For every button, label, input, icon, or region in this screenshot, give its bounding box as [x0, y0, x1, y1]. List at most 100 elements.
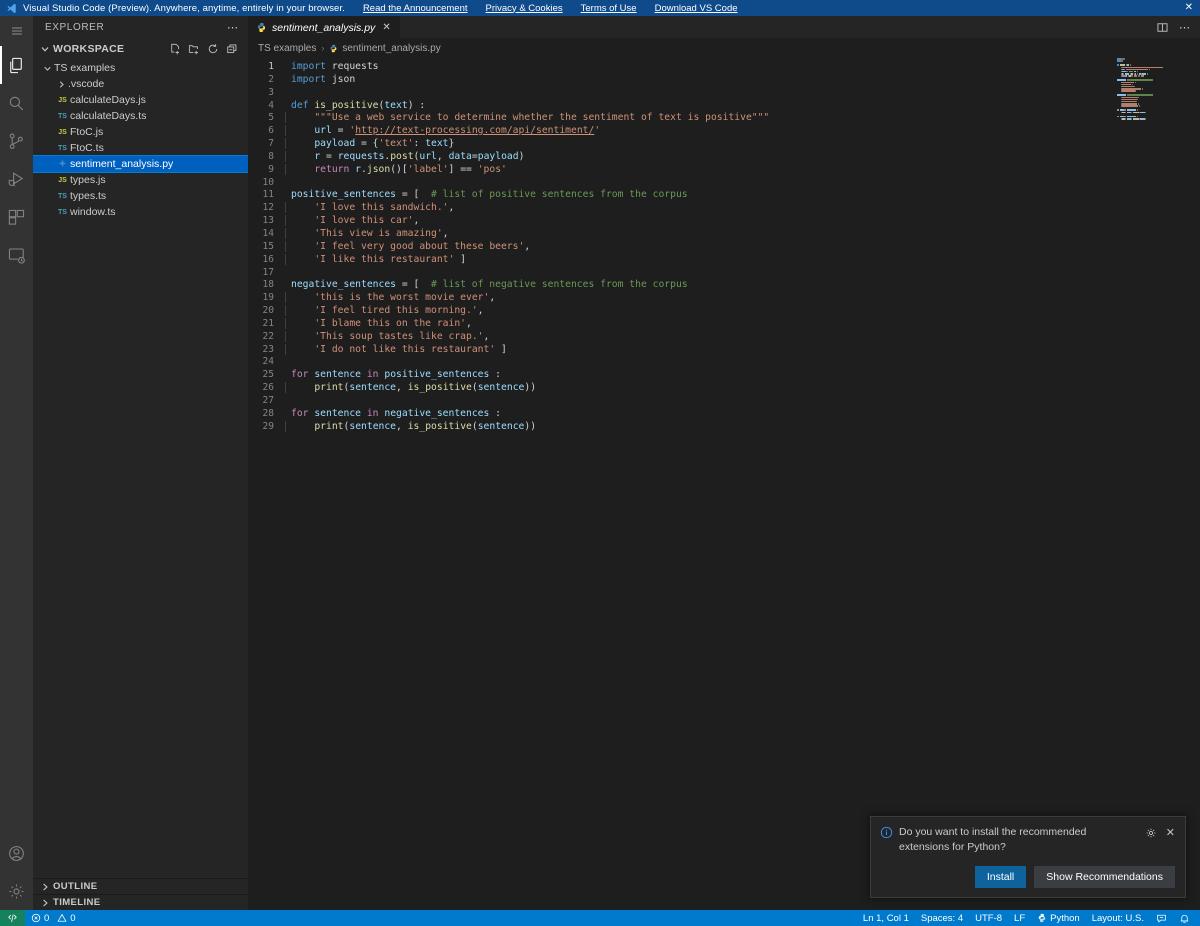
show-recommendations-button[interactable]: Show Recommendations	[1034, 866, 1175, 888]
code-line[interactable]	[291, 395, 1200, 408]
code-line[interactable]: 'I like this restaurant' ]	[291, 254, 1200, 267]
status-warnings-count: 0	[70, 913, 75, 924]
announcement-text: Visual Studio Code (Preview). Anywhere, …	[23, 3, 345, 14]
sidebar-more-actions-icon[interactable]: ⋯	[227, 21, 239, 34]
activity-manage-settings[interactable]	[0, 872, 33, 910]
download-vscode-link[interactable]: Download VS Code	[655, 3, 738, 14]
tree-item-label: window.ts	[70, 206, 116, 218]
status-indentation[interactable]: Spaces: 4	[915, 910, 969, 926]
code-line[interactable]: 'I feel tired this morning.',	[291, 305, 1200, 318]
editor-more-actions[interactable]: ⋯	[1179, 21, 1191, 34]
code-line[interactable]	[291, 177, 1200, 190]
tree-file[interactable]: TStypes.ts	[33, 188, 248, 204]
code-line[interactable]: r = requests.post(url, data=payload)	[291, 151, 1200, 164]
new-file-icon[interactable]	[169, 43, 181, 55]
code-line[interactable]: """Use a web service to determine whethe…	[291, 112, 1200, 125]
code-token: = {	[355, 138, 378, 149]
activity-source-control[interactable]	[0, 122, 33, 160]
status-keyboard-layout[interactable]: Layout: U.S.	[1086, 910, 1150, 926]
code-token: }	[449, 138, 455, 149]
code-token: 'I love this car'	[314, 215, 413, 226]
code-line[interactable]: 'I love this sandwich.',	[291, 202, 1200, 215]
code-token: json	[332, 74, 355, 85]
editor-tab-bar: sentiment_analysis.py ✕ ⋯	[248, 16, 1200, 38]
activity-run-debug[interactable]	[0, 160, 33, 198]
activity-remote-explorer[interactable]	[0, 236, 33, 274]
tree-file[interactable]: TScalculateDays.ts	[33, 108, 248, 124]
code-token: ()[	[390, 164, 408, 175]
status-eol[interactable]: LF	[1008, 910, 1031, 926]
code-line[interactable]	[291, 356, 1200, 369]
code-line[interactable]	[291, 87, 1200, 100]
new-folder-icon[interactable]	[188, 43, 200, 55]
timeline-section[interactable]: TIMELINE	[33, 894, 248, 910]
code-line[interactable]: negative_sentences = [ # list of negativ…	[291, 279, 1200, 292]
code-line[interactable]: 'This view is amazing',	[291, 228, 1200, 241]
code-line[interactable]: 'I blame this on the rain',	[291, 318, 1200, 331]
code-token: 'This view is amazing'	[314, 228, 442, 239]
status-cursor-position[interactable]: Ln 1, Col 1	[857, 910, 915, 926]
gear-icon[interactable]	[1145, 827, 1157, 839]
tree-file[interactable]: JSFtoC.js	[33, 124, 248, 140]
install-button[interactable]: Install	[975, 866, 1026, 888]
status-encoding[interactable]: UTF-8	[969, 910, 1008, 926]
terms-of-use-link[interactable]: Terms of Use	[581, 3, 637, 14]
line-number: 1	[248, 61, 278, 74]
close-tab-icon[interactable]: ✕	[382, 22, 390, 33]
activity-explorer[interactable]	[0, 46, 33, 84]
code-editor[interactable]: 1234567891011121314151617181920212223242…	[248, 58, 1200, 910]
tree-file[interactable]: ✦sentiment_analysis.py	[33, 156, 248, 172]
tree-folder[interactable]: .vscode	[33, 76, 248, 92]
code-line[interactable]: url = 'http://text-processing.com/api/se…	[291, 125, 1200, 138]
code-line[interactable]: payload = {'text': text}	[291, 138, 1200, 151]
close-notification-icon[interactable]: ✕	[1166, 826, 1175, 839]
split-editor-icon[interactable]	[1156, 21, 1169, 34]
privacy-cookies-link[interactable]: Privacy & Cookies	[486, 3, 563, 14]
activity-accounts[interactable]	[0, 834, 33, 872]
tab-sentiment-analysis-py[interactable]: sentiment_analysis.py ✕	[248, 16, 401, 38]
activity-extensions[interactable]	[0, 198, 33, 236]
code-token: :	[414, 138, 426, 149]
status-notifications[interactable]	[1173, 910, 1196, 926]
announcement-link[interactable]: Read the Announcement	[363, 3, 468, 14]
close-announcement-icon[interactable]: ✕	[1185, 2, 1193, 14]
tree-file[interactable]: JScalculateDays.js	[33, 92, 248, 108]
line-number: 11	[248, 189, 278, 202]
code-line[interactable]: 'I do not like this restaurant' ]	[291, 344, 1200, 357]
code-line[interactable]: positive_sentences = [ # list of positiv…	[291, 189, 1200, 202]
breadcrumb-item-folder[interactable]: TS examples	[258, 43, 316, 54]
menu-button[interactable]	[0, 16, 33, 46]
tree-file[interactable]: TSFtoC.ts	[33, 140, 248, 156]
tree-file[interactable]: JStypes.js	[33, 172, 248, 188]
tree-folder[interactable]: TS examples	[33, 60, 248, 76]
code-content[interactable]: import requestsimport json def is_positi…	[278, 58, 1200, 433]
code-line[interactable]: print(sentence, is_positive(sentence))	[291, 421, 1200, 434]
code-line[interactable]: import json	[291, 74, 1200, 87]
collapse-all-icon[interactable]	[226, 43, 238, 55]
code-line[interactable]: print(sentence, is_positive(sentence))	[291, 382, 1200, 395]
code-line[interactable]: def is_positive(text) :	[291, 100, 1200, 113]
code-line[interactable]: 'I love this car',	[291, 215, 1200, 228]
code-line[interactable]: for sentence in negative_sentences :	[291, 408, 1200, 421]
code-line[interactable]: 'This soup tastes like crap.',	[291, 331, 1200, 344]
status-language-mode[interactable]: Python	[1031, 910, 1086, 926]
line-number: 15	[248, 241, 278, 254]
editor-scrollbar[interactable]	[1186, 58, 1200, 910]
tree-file[interactable]: TSwindow.ts	[33, 204, 248, 220]
workspace-section-header[interactable]: WORKSPACE	[33, 38, 248, 60]
status-feedback[interactable]	[1150, 910, 1173, 926]
code-token: import	[291, 61, 332, 72]
code-token: = [	[396, 189, 431, 200]
breadcrumb-item-file[interactable]: sentiment_analysis.py	[329, 43, 440, 54]
code-line[interactable]: import requests	[291, 61, 1200, 74]
code-line[interactable]: for sentence in positive_sentences :	[291, 369, 1200, 382]
code-line[interactable]: 'I feel very good about these beers',	[291, 241, 1200, 254]
code-line[interactable]	[291, 267, 1200, 280]
code-line[interactable]: 'this is the worst movie ever',	[291, 292, 1200, 305]
code-line[interactable]: return r.json()['label'] == 'pos'	[291, 164, 1200, 177]
outline-section[interactable]: OUTLINE	[33, 878, 248, 894]
status-errors-warnings[interactable]: 0 0	[25, 910, 82, 926]
activity-search[interactable]	[0, 84, 33, 122]
status-remote-indicator[interactable]	[0, 910, 25, 926]
refresh-icon[interactable]	[207, 43, 219, 55]
